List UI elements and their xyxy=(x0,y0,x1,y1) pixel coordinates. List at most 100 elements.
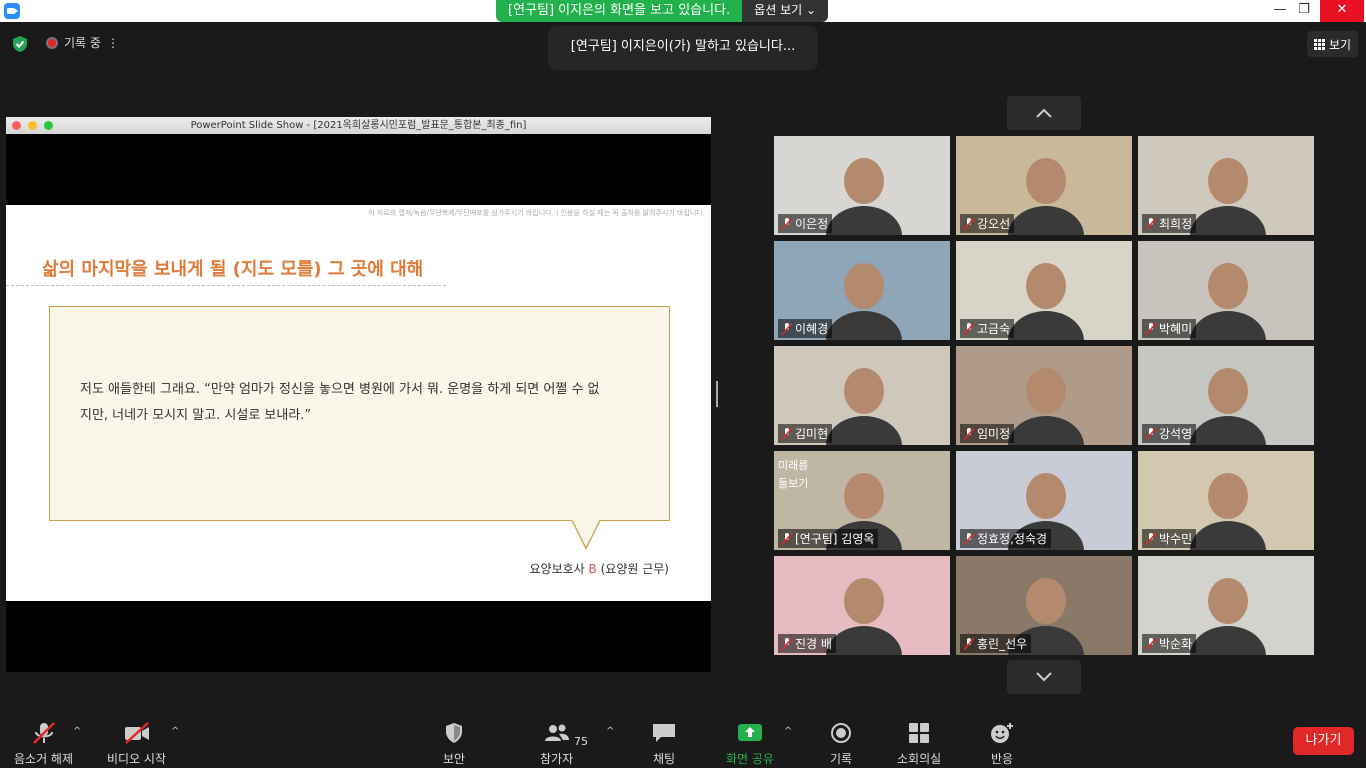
participant-tile[interactable]: 강석영 xyxy=(1138,346,1314,445)
participant-name-label: 박혜미 xyxy=(1142,319,1197,338)
view-button-label: 보기 xyxy=(1328,37,1352,52)
participant-tile[interactable]: 박혜미 xyxy=(1138,241,1314,340)
quote-line-1: 저도 애들한테 그래요. “만약 엄마가 정신을 놓으면 병원에 가서 뭐. 운… xyxy=(80,382,600,397)
participants-button[interactable]: 참가자 xyxy=(540,722,573,767)
share-options-caret[interactable]: ^ xyxy=(784,726,792,737)
participant-name: 임미정 xyxy=(977,427,1011,441)
participant-tile[interactable]: 최희정 xyxy=(1138,136,1314,235)
video-options-caret[interactable]: ^ xyxy=(171,726,179,737)
unmute-button[interactable]: 음소거 해제 xyxy=(14,722,73,767)
participant-name-label: 정효정,정숙경 xyxy=(960,529,1052,548)
participant-tile[interactable]: 홍린_선우 xyxy=(956,556,1132,655)
participant-tile[interactable]: 임미정 xyxy=(956,346,1132,445)
mac-zoom-icon xyxy=(44,121,53,130)
participant-name-label: 이은정 xyxy=(778,214,833,233)
encryption-shield-icon[interactable] xyxy=(11,35,29,53)
participant-video-face xyxy=(1026,263,1066,309)
share-screen-icon xyxy=(737,724,762,741)
share-banner-text: [연구팀] 이지은의 화면을 보고 있습니다. xyxy=(496,0,743,22)
gallery-prev-page-button[interactable] xyxy=(1007,96,1081,130)
breakout-rooms-button[interactable]: 소회의실 xyxy=(897,722,941,767)
recording-label: 기록 중 xyxy=(64,36,101,50)
slide-window-title: PowerPoint Slide Show - [2021옥희살롱시민포럼_발표… xyxy=(190,120,527,131)
muted-mic-icon xyxy=(32,722,55,744)
recording-indicator[interactable]: 기록 중 ⋮ xyxy=(46,34,119,51)
view-options-button[interactable]: 옵션 보기 ⌄ xyxy=(742,0,829,22)
participants-options-caret[interactable]: ^ xyxy=(606,726,614,737)
muted-mic-icon xyxy=(1146,217,1156,230)
share-screen-label: 화면 공유 xyxy=(726,752,774,766)
participant-video-face xyxy=(844,473,884,519)
zoom-meeting-window: [연구팀] 이지은의 화면을 보고 있습니다. 옵션 보기 ⌄ — ❐ ✕ 기록… xyxy=(0,0,1366,768)
panel-resize-handle[interactable] xyxy=(716,381,718,407)
speaker-workplace: (요양원 근무) xyxy=(600,562,669,576)
participant-name-label: [연구팀] 김영옥 xyxy=(778,529,879,548)
participant-video-body xyxy=(1008,206,1084,235)
participant-tile[interactable]: 강오선 xyxy=(956,136,1132,235)
gallery-next-page-button[interactable] xyxy=(1007,660,1081,694)
participant-name-label: 강석영 xyxy=(1142,424,1197,443)
reaction-emoji-icon xyxy=(991,723,1013,743)
quote-box: 저도 애들한테 그래요. “만약 엄마가 정신을 놓으면 병원에 가서 뭐. 운… xyxy=(49,306,670,521)
participant-name-label: 임미정 xyxy=(960,424,1015,443)
participant-name: 박순화 xyxy=(1159,637,1193,651)
participant-tile[interactable]: 진경 배 xyxy=(774,556,950,655)
heading-divider xyxy=(6,285,446,286)
participant-tile[interactable]: 박수민 xyxy=(1138,451,1314,550)
participant-video-body xyxy=(1190,206,1266,235)
start-video-button[interactable]: 비디오 시작 xyxy=(107,722,166,767)
participant-video-face xyxy=(1026,473,1066,519)
participant-video-body xyxy=(1190,311,1266,340)
share-screen-button[interactable]: 화면 공유 xyxy=(726,722,774,767)
audio-options-caret[interactable]: ^ xyxy=(73,726,81,737)
participant-name: 고금숙 xyxy=(977,322,1011,336)
participant-name-label: 최희정 xyxy=(1142,214,1197,233)
participant-tile[interactable]: 정효정,정숙경 xyxy=(956,451,1132,550)
participant-name-label: 박순화 xyxy=(1142,634,1197,653)
meeting-toolbar: 음소거 해제 ^ 비디오 시작 ^ 보안 참가자 75 ^ 채팅 화면 공유 ^… xyxy=(0,712,1366,768)
speaker-code: B xyxy=(588,562,597,576)
participant-video-body xyxy=(826,416,902,445)
participant-video-face xyxy=(1208,578,1248,624)
muted-mic-icon xyxy=(782,637,792,650)
shared-screen: PowerPoint Slide Show - [2021옥희살롱시민포럼_발표… xyxy=(6,117,711,672)
restore-button[interactable]: ❐ xyxy=(1290,0,1318,22)
quote-text: 저도 애들한테 그래요. “만약 엄마가 정신을 놓으면 병원에 가서 뭐. 운… xyxy=(80,377,650,429)
participant-count: 75 xyxy=(574,735,588,748)
active-speaker-toast: [연구팀] 이지은이(가) 말하고 있습니다... xyxy=(548,26,818,70)
participant-tile[interactable]: 김미현 xyxy=(774,346,950,445)
quote-speaker: 요양보호사 B (요양원 근무) xyxy=(530,560,669,577)
participant-name-label: 고금숙 xyxy=(960,319,1015,338)
breakout-rooms-icon xyxy=(909,723,930,743)
view-button[interactable]: 보기 xyxy=(1307,31,1358,57)
participant-video-face xyxy=(1208,473,1248,519)
participants-icon xyxy=(544,724,569,741)
security-shield-icon xyxy=(446,723,462,743)
reactions-button[interactable]: 반응 xyxy=(989,722,1015,767)
speaker-role: 요양보호사 xyxy=(529,562,585,576)
participant-video-body xyxy=(826,206,902,235)
recording-menu-icon[interactable]: ⋮ xyxy=(107,36,119,50)
participant-tile[interactable]: 고금숙 xyxy=(956,241,1132,340)
quote-line-2: 지만, 너네가 모시지 말고. 시설로 보내라.” xyxy=(80,408,312,423)
participant-tile[interactable]: 이혜경 xyxy=(774,241,950,340)
security-button[interactable]: 보안 xyxy=(441,722,467,767)
participant-video-body xyxy=(1190,521,1266,550)
slide-window-titlebar: PowerPoint Slide Show - [2021옥희살롱시민포럼_발표… xyxy=(6,117,711,134)
muted-mic-icon xyxy=(1146,322,1156,335)
record-button[interactable]: 기록 xyxy=(828,722,854,767)
participant-video-body xyxy=(1008,311,1084,340)
close-button[interactable]: ✕ xyxy=(1320,0,1364,22)
participant-name-label: 김미현 xyxy=(778,424,833,443)
participant-name: 최희정 xyxy=(1159,217,1193,231)
participant-name: 강석영 xyxy=(1159,427,1193,441)
chat-button[interactable]: 채팅 xyxy=(651,722,677,767)
slide-heading: 삶의 마지막을 보내게 될 (지도 모를) 그 곳에 대해 xyxy=(42,259,424,280)
participant-name: 박수민 xyxy=(1159,532,1193,546)
participant-tile[interactable]: 박순화 xyxy=(1138,556,1314,655)
participant-name: 강오선 xyxy=(977,217,1011,231)
chat-bubble-icon xyxy=(653,724,675,742)
leave-meeting-button[interactable]: 나가기 xyxy=(1293,727,1354,755)
participant-tile[interactable]: 이은정 xyxy=(774,136,950,235)
participant-tile[interactable]: 미래를 돌보기 [연구팀] 김영옥 xyxy=(774,451,950,550)
